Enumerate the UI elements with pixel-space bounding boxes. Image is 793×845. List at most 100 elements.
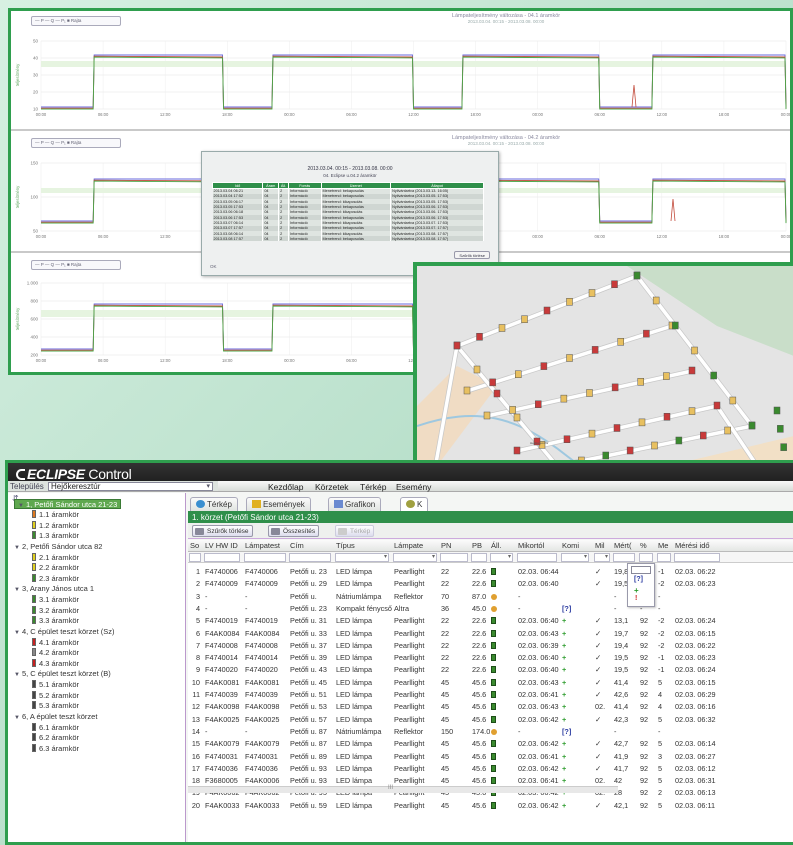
filter-popup[interactable]: [?] + ! [627,563,655,607]
location-select[interactable]: Hejőkeresztúr [48,482,213,491]
table-row[interactable]: 15 F4AK0079 F4AK0079 Petőfi u. 87 LED lámpa P… [188,738,793,750]
table-row[interactable]: 20 F4AK0033 F4AK0033 Petőfi u. 59 LED lámpa P… [188,800,793,812]
column-filter-input[interactable] [393,553,437,562]
tree-circuit[interactable]: 3.1 áramkör [32,595,79,605]
column-filter-input[interactable] [335,553,389,562]
column-header[interactable]: So [190,541,204,550]
tab-lamps[interactable]: K [400,497,429,511]
column-header[interactable]: LV HW ID [205,541,243,550]
column-header[interactable]: Cím [290,541,334,550]
expand-arrow-icon[interactable]: ▼ [18,503,24,509]
column-header[interactable]: PN [441,541,471,550]
column-header[interactable]: % [640,541,656,550]
column-filter-input[interactable] [204,553,240,562]
popup-option-unknown[interactable]: [?] [634,576,643,583]
expand-arrow-icon[interactable]: ▼ [14,587,20,593]
tree-circuit[interactable]: 2.2 áramkör [32,563,79,573]
column-filter-input[interactable] [639,553,653,562]
table-row[interactable]: 2 F4740009 F4740009 Petőfi u. 29 LED lámpa Pe… [188,578,793,590]
tab-events[interactable]: Események [246,497,311,511]
table-row[interactable]: 10 F4AK0081 F4AK0081 Petőfi u. 45 LED lámpa P… [188,677,793,689]
menu-districts[interactable]: Körzetek [315,482,349,492]
table-row[interactable]: 13 F4AK0025 F4AK0025 Petőfi u. 57 LED lámpa P… [188,714,793,726]
horizontal-scrollbar[interactable]: III [188,785,618,793]
table-row[interactable]: 16 F4740031 F4740031 Petőfi u. 89 LED lámpa P… [188,751,793,763]
menu-home[interactable]: Kezdőlap [268,482,303,492]
table-row[interactable]: 17 F4740036 F4740036 Petőfi u. 93 LED lámpa P… [188,763,793,775]
column-header[interactable]: PB [472,541,490,550]
tree-circuit[interactable]: 3.2 áramkör [32,605,79,616]
table-row[interactable]: 7 F4740008 F4740008 Petőfi u. 37 LED lámpa Pe… [188,640,793,652]
menu-events[interactable]: Esemény [396,482,431,492]
column-header[interactable]: Mérési idő [675,541,723,550]
popup-select[interactable] [631,566,651,574]
menu-map[interactable]: Térkép [360,482,386,492]
table-row[interactable]: 1 F4740006 F4740006 Petőfi u. 23 LED lámpa Pe… [188,566,793,578]
tab-map[interactable]: Térkép [190,497,238,511]
column-filter-input[interactable] [289,553,331,562]
popup-option-plus[interactable]: + [634,586,639,595]
tree-group[interactable]: ▼ 6, A épület teszt körzet [14,712,97,722]
tree-circuit[interactable]: 4.1 áramkör [32,637,79,648]
column-filter-input[interactable] [517,553,557,562]
table-row[interactable]: 6 F4AK0084 F4AK0084 Petőfi u. 33 LED lámpa Pe… [188,628,793,640]
column-filter-input[interactable] [561,553,589,562]
popup-option-alert[interactable]: ! [635,595,637,602]
tree-circuit[interactable]: 6.3 áramkör [32,743,79,754]
tree-circuit[interactable]: 4.2 áramkör [32,648,79,658]
tree-circuit[interactable]: 6.2 áramkör [32,733,79,743]
tree-circuit[interactable]: 5.1 áramkör [32,680,79,690]
column-filter-input[interactable] [490,553,513,562]
column-header[interactable]: Komi [562,541,592,550]
column-filter-input[interactable] [440,553,468,562]
column-header[interactable]: Mért( [614,541,638,550]
expand-arrow-icon[interactable]: ▼ [14,545,20,551]
column-header[interactable]: Mil [595,541,613,550]
table-row[interactable]: 5 F4740019 F4740019 Petőfi u. 31 LED lámpa Pe… [188,615,793,627]
table-row[interactable]: 8 F4740014 F4740014 Petőfi u. 39 LED lámpa Pe… [188,652,793,664]
map-button[interactable]: Térkép [335,525,375,537]
tree-group[interactable]: ▼ 5, C épület teszt körzet (B) [14,669,111,679]
table-row[interactable]: 4- - Petőfi u. 23 Kompakt fénycső Altra 36 45.… [188,603,793,615]
table-row[interactable]: 11 F4740039 F4740039 Petőfi u. 51 LED lámpa P… [188,689,793,701]
tree-circuit[interactable]: 5.2 áramkör [32,690,79,701]
tree-group[interactable]: ▼ 2, Petőfi Sándor utca 82 [14,542,102,552]
column-header[interactable]: Lámpate [394,541,440,550]
tab-chart[interactable]: Grafikon [328,497,382,511]
column-header[interactable]: Lámpatest [245,541,289,550]
summary-button[interactable]: Összesítés [268,525,320,537]
clear-filters-button[interactable]: Szűrők törlése [192,525,253,537]
column-filter-input[interactable] [189,553,201,562]
tree-circuit[interactable]: 1.3 áramkör [32,531,79,541]
table-row[interactable]: 9 F4740020 F4740020 Petőfi u. 43 LED lámpa Pe… [188,664,793,676]
column-filter-input[interactable] [674,553,720,562]
column-filter-input[interactable] [657,553,671,562]
column-filter-input[interactable] [613,553,635,562]
tree-group[interactable]: ▼ 4, C épület teszt körzet (Sz) [14,627,115,637]
tree-circuit[interactable]: 2.1 áramkör [32,552,79,563]
tree-circuit[interactable]: 1.2 áramkör [32,520,79,531]
column-filter-input[interactable] [471,553,487,562]
scroll-grip[interactable]: III [388,785,393,791]
tree-circuit[interactable]: 5.3 áramkör [32,701,79,711]
tree-circuit[interactable]: 3.3 áramkör [32,616,79,626]
clear-filters-button[interactable]: Szűrők törlése [454,251,490,259]
tree-group[interactable]: ▼ 3, Arany János utca 1 [14,584,94,594]
tree-circuit[interactable]: 2.3 áramkör [32,573,79,584]
column-header[interactable]: Típus [336,541,392,550]
dialog-ok[interactable]: OK [210,264,217,269]
table-row[interactable]: 3- - Petőfi u. Nátriumlámpa Reflektor 70 87.0-… [188,591,793,603]
column-filter-input[interactable] [244,553,286,562]
table-row[interactable]: 12 F4AK0098 F4AK0098 Petőfi u. 53 LED lámpa P… [188,701,793,713]
tree-group[interactable]: ▼ 1, Petőfi Sándor utca 21-23 [14,499,122,509]
tree-circuit[interactable]: 4.3 áramkör [32,658,79,669]
column-filter-input[interactable] [594,553,610,562]
column-header[interactable]: Me [658,541,674,550]
column-header[interactable]: Mikortól [518,541,560,550]
tree-circuit[interactable]: 6.1 áramkör [32,722,79,733]
expand-arrow-icon[interactable]: ▼ [14,672,20,678]
dialog-row[interactable]: 2013.03.08 17:57 04 2 Információ Menetrend: … [212,236,484,242]
tree-circuit[interactable]: 1.1 áramkör [32,510,79,520]
column-header[interactable]: Áll. [491,541,516,550]
table-row[interactable]: 14- - Petőfi u. 87 Nátriumlámpa Reflektor 150… [188,726,793,738]
